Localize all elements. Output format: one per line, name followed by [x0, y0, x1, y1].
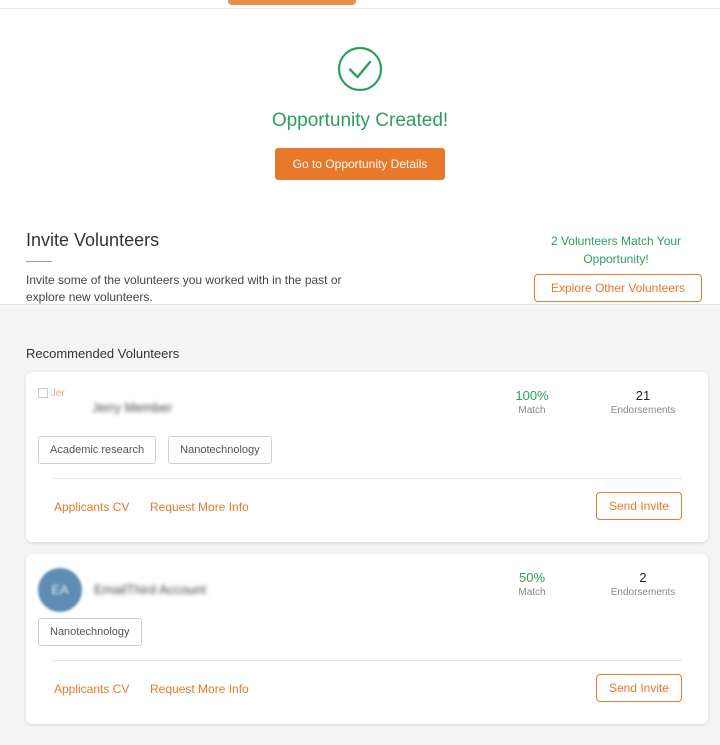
applicants-cv-link[interactable]: Applicants CV — [54, 682, 129, 696]
send-invite-button[interactable]: Send Invite — [595, 674, 682, 702]
match-count-text: 2 Volunteers Match Your Opportunity! — [550, 234, 682, 266]
endorsements-value: 2 — [639, 570, 647, 585]
skill-tags: Nanotechnology — [38, 618, 142, 646]
volunteer-name[interactable]: EmailThird Account — [94, 582, 206, 597]
endorsements-stat: 2 Endorsements — [600, 570, 686, 598]
skill-tag: Nanotechnology — [38, 618, 142, 646]
avatar: EA — [38, 568, 82, 612]
avatar-alt-text: Jer — [50, 388, 65, 399]
card-divider — [52, 478, 682, 479]
check-circle-icon — [337, 46, 383, 92]
match-label: Match — [518, 405, 546, 416]
volunteer-name[interactable]: Jerry Member — [92, 400, 172, 415]
avatar: Jer — [38, 388, 70, 408]
match-label: Match — [518, 587, 546, 598]
success-panel: Opportunity Created! Go to Opportunity D… — [0, 46, 720, 180]
endorsements-value: 21 — [635, 388, 651, 403]
match-stat: 100% Match — [502, 388, 562, 416]
go-to-opportunity-details-button[interactable]: Go to Opportunity Details — [275, 148, 445, 180]
recommended-title: Recommended Volunteers — [26, 346, 180, 361]
match-value: 100% — [515, 388, 549, 403]
card-divider — [52, 660, 682, 661]
broken-image-icon — [38, 388, 48, 398]
volunteer-card: EA EmailThird Account 50% Match 2 Endors… — [26, 554, 708, 724]
skill-tags: Academic research Nanotechnology — [38, 436, 272, 464]
skill-tag: Academic research — [38, 436, 157, 464]
endorsements-label: Endorsements — [610, 587, 676, 598]
applicants-cv-link[interactable]: Applicants CV — [54, 500, 129, 514]
request-more-info-link[interactable]: Request More Info — [150, 682, 249, 696]
volunteer-card: Jer Jerry Member 100% Match 21 Endorseme… — [26, 372, 708, 542]
top-tab-button[interactable] — [228, 0, 356, 5]
send-invite-button[interactable]: Send Invite — [595, 492, 682, 520]
invite-description: Invite some of the volunteers you worked… — [26, 273, 342, 304]
match-stat: 50% Match — [502, 570, 562, 598]
match-value: 50% — [518, 570, 546, 585]
endorsements-stat: 21 Endorsements — [600, 388, 686, 416]
top-bar — [0, 0, 720, 9]
skill-tag: Nanotechnology — [168, 436, 272, 464]
request-more-info-link[interactable]: Request More Info — [150, 500, 249, 514]
invite-section: Invite Volunteers Invite some of the vol… — [26, 230, 706, 306]
match-block: 2 Volunteers Match Your Opportunity! Exp… — [526, 232, 706, 302]
explore-other-volunteers-button[interactable]: Explore Other Volunteers — [534, 274, 702, 302]
endorsements-label: Endorsements — [610, 405, 676, 416]
success-title: Opportunity Created! — [271, 110, 449, 131]
title-underline — [26, 261, 52, 262]
